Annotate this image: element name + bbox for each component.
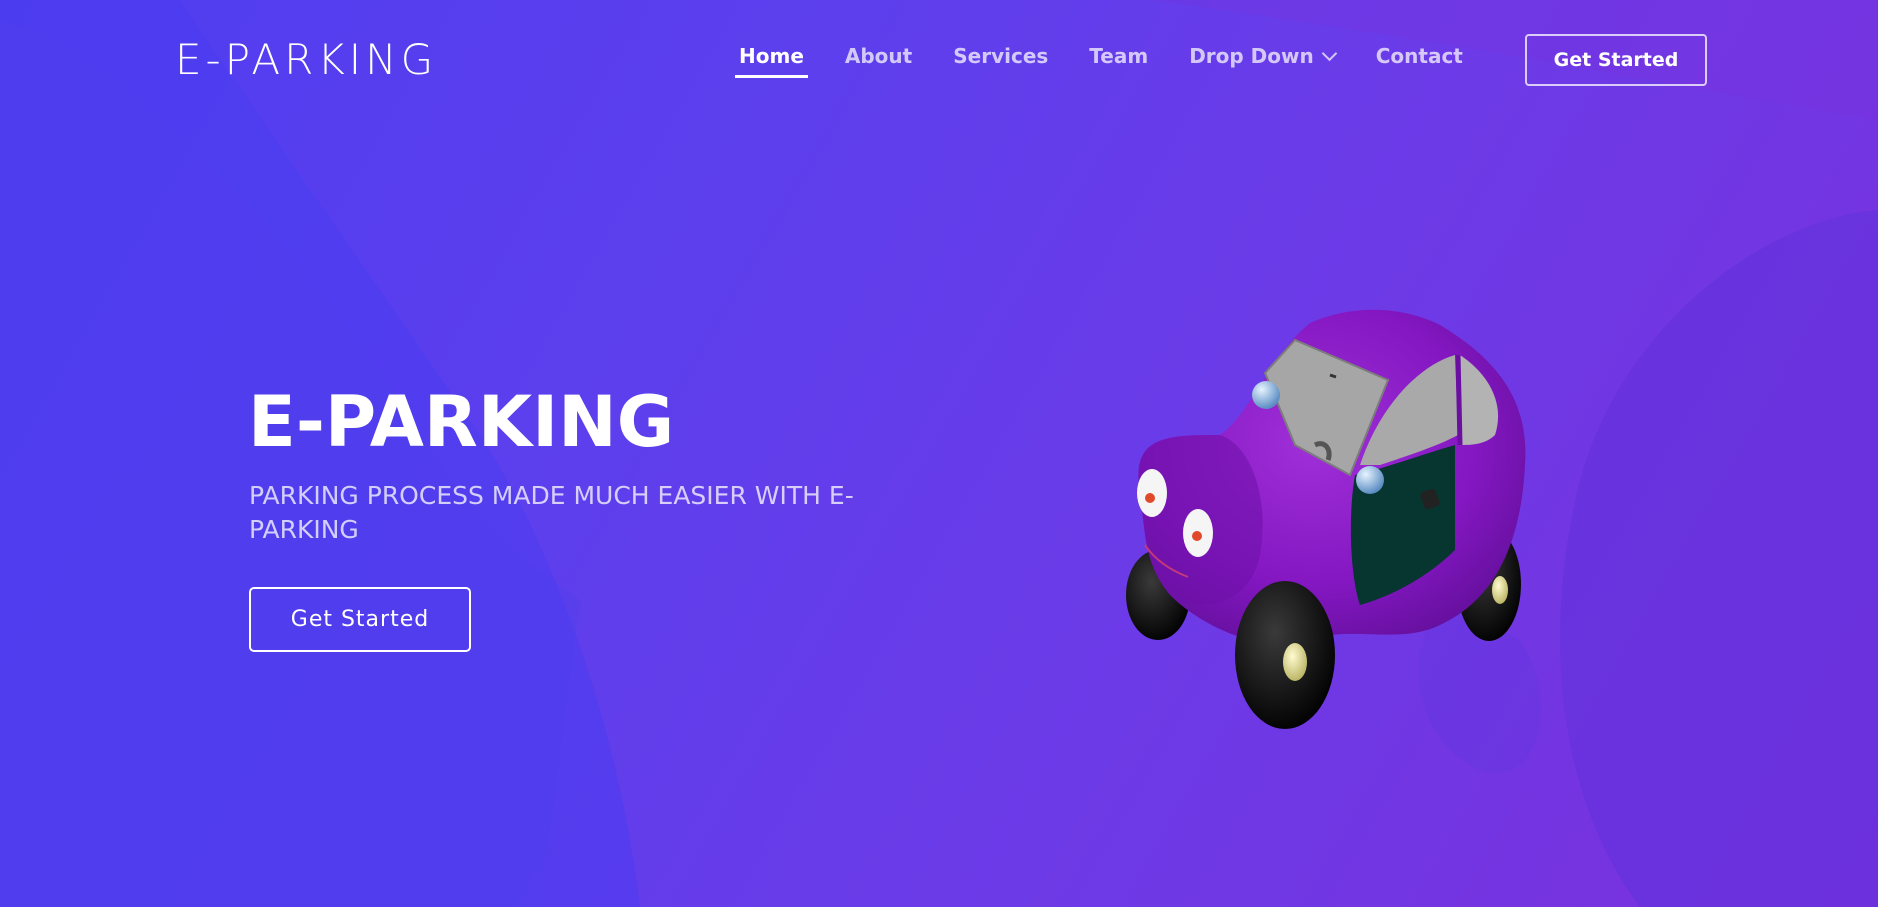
nav-team[interactable]: Team (1089, 44, 1148, 74)
site-header: E-PARKING Home About Services Team Drop … (0, 0, 1878, 122)
nav-drop-down-label: Drop Down (1189, 44, 1314, 68)
hero-title: E-PARKING (248, 381, 675, 463)
nav-services[interactable]: Services (953, 44, 1048, 74)
chevron-down-icon (1321, 45, 1338, 61)
nav-home[interactable]: Home (735, 44, 808, 78)
nav-contact[interactable]: Contact (1376, 44, 1463, 74)
hero-subtitle: PARKING PROCESS MADE MUCH EASIER WITH E-… (249, 481, 854, 544)
nav-drop-down[interactable]: Drop Down (1189, 44, 1338, 74)
header-get-started-button[interactable]: Get Started (1525, 34, 1707, 86)
main-nav: Home About Services Team Drop Down Conta… (735, 44, 1504, 78)
site-logo[interactable]: E-PARKING (175, 34, 437, 86)
nav-about[interactable]: About (845, 44, 912, 74)
hero-get-started-button[interactable]: Get Started (249, 587, 471, 652)
purple-car-icon (1110, 295, 1550, 745)
